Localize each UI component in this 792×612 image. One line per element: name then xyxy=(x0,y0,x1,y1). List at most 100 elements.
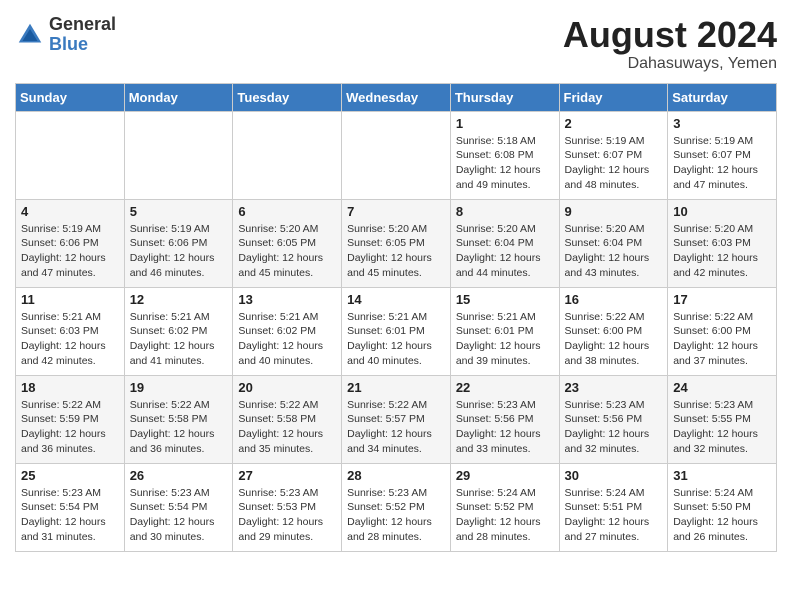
logo-blue: Blue xyxy=(49,35,116,55)
day-info-text: Sunrise: 5:22 AM Sunset: 5:58 PM Dayligh… xyxy=(238,398,336,457)
calendar-day-cell: 3 Sunrise: 5:19 AM Sunset: 6:07 PM Daylig… xyxy=(668,111,777,199)
week-row-2: 4 Sunrise: 5:19 AM Sunset: 6:06 PM Daylig… xyxy=(16,199,777,287)
day-number: 29 xyxy=(456,468,554,483)
day-info-text: Sunrise: 5:20 AM Sunset: 6:04 PM Dayligh… xyxy=(565,222,663,281)
calendar-day-cell: 28 Sunrise: 5:23 AM Sunset: 5:52 PM Dayli… xyxy=(342,463,451,551)
calendar-day-cell: 10Sunrise: 5:20 AM Sunset: 6:03 PM Dayli… xyxy=(668,199,777,287)
day-info-text: Sunrise: 5:21 AM Sunset: 6:02 PM Dayligh… xyxy=(238,310,336,369)
day-number: 15 xyxy=(456,292,554,307)
day-info-text: Sunrise: 5:18 AM Sunset: 6:08 PM Dayligh… xyxy=(456,134,554,193)
day-number: 5 xyxy=(130,204,228,219)
day-number: 17 xyxy=(673,292,771,307)
weekday-header-friday: Friday xyxy=(559,83,668,111)
day-info-text: Sunrise: 5:21 AM Sunset: 6:01 PM Dayligh… xyxy=(456,310,554,369)
calendar-day-cell: 5 Sunrise: 5:19 AM Sunset: 6:06 PM Daylig… xyxy=(124,199,233,287)
calendar-day-cell: 15 Sunrise: 5:21 AM Sunset: 6:01 PM Dayli… xyxy=(450,287,559,375)
calendar-day-cell xyxy=(16,111,125,199)
month-year-title: August 2024 xyxy=(563,15,777,55)
calendar-table: SundayMondayTuesdayWednesdayThursdayFrid… xyxy=(15,83,777,552)
day-number: 25 xyxy=(21,468,119,483)
day-number: 2 xyxy=(565,116,663,131)
day-info-text: Sunrise: 5:20 AM Sunset: 6:05 PM Dayligh… xyxy=(347,222,445,281)
calendar-day-cell: 20 Sunrise: 5:22 AM Sunset: 5:58 PM Dayli… xyxy=(233,375,342,463)
calendar-day-cell: 27 Sunrise: 5:23 AM Sunset: 5:53 PM Dayli… xyxy=(233,463,342,551)
calendar-day-cell: 22 Sunrise: 5:23 AM Sunset: 5:56 PM Dayli… xyxy=(450,375,559,463)
day-info-text: Sunrise: 5:19 AM Sunset: 6:07 PM Dayligh… xyxy=(565,134,663,193)
day-info-text: Sunrise: 5:22 AM Sunset: 5:59 PM Dayligh… xyxy=(21,398,119,457)
day-info-text: Sunrise: 5:21 AM Sunset: 6:02 PM Dayligh… xyxy=(130,310,228,369)
calendar-day-cell: 31 Sunrise: 5:24 AM Sunset: 5:50 PM Dayli… xyxy=(668,463,777,551)
day-number: 23 xyxy=(565,380,663,395)
day-number: 26 xyxy=(130,468,228,483)
day-info-text: Sunrise: 5:23 AM Sunset: 5:56 PM Dayligh… xyxy=(456,398,554,457)
calendar-day-cell xyxy=(233,111,342,199)
calendar-day-cell xyxy=(124,111,233,199)
calendar-day-cell: 9 Sunrise: 5:20 AM Sunset: 6:04 PM Daylig… xyxy=(559,199,668,287)
day-info-text: Sunrise: 5:19 AM Sunset: 6:06 PM Dayligh… xyxy=(130,222,228,281)
page-header: General Blue August 2024 Dahasuways, Yem… xyxy=(15,15,777,73)
day-info-text: Sunrise: 5:19 AM Sunset: 6:06 PM Dayligh… xyxy=(21,222,119,281)
calendar-day-cell: 23 Sunrise: 5:23 AM Sunset: 5:56 PM Dayli… xyxy=(559,375,668,463)
day-info-text: Sunrise: 5:24 AM Sunset: 5:50 PM Dayligh… xyxy=(673,486,771,545)
calendar-day-cell: 6Sunrise: 5:20 AM Sunset: 6:05 PM Daylig… xyxy=(233,199,342,287)
day-info-text: Sunrise: 5:20 AM Sunset: 6:05 PM Dayligh… xyxy=(238,222,336,281)
weekday-header-wednesday: Wednesday xyxy=(342,83,451,111)
weekday-header-saturday: Saturday xyxy=(668,83,777,111)
calendar-day-cell: 24Sunrise: 5:23 AM Sunset: 5:55 PM Dayli… xyxy=(668,375,777,463)
week-row-3: 11 Sunrise: 5:21 AM Sunset: 6:03 PM Dayli… xyxy=(16,287,777,375)
calendar-day-cell: 25 Sunrise: 5:23 AM Sunset: 5:54 PM Dayli… xyxy=(16,463,125,551)
day-number: 9 xyxy=(565,204,663,219)
day-info-text: Sunrise: 5:24 AM Sunset: 5:52 PM Dayligh… xyxy=(456,486,554,545)
day-number: 10 xyxy=(673,204,771,219)
day-info-text: Sunrise: 5:23 AM Sunset: 5:54 PM Dayligh… xyxy=(130,486,228,545)
calendar-day-cell: 30Sunrise: 5:24 AM Sunset: 5:51 PM Dayli… xyxy=(559,463,668,551)
day-info-text: Sunrise: 5:23 AM Sunset: 5:54 PM Dayligh… xyxy=(21,486,119,545)
day-info-text: Sunrise: 5:22 AM Sunset: 5:57 PM Dayligh… xyxy=(347,398,445,457)
weekday-header-row: SundayMondayTuesdayWednesdayThursdayFrid… xyxy=(16,83,777,111)
calendar-day-cell: 18Sunrise: 5:22 AM Sunset: 5:59 PM Dayli… xyxy=(16,375,125,463)
calendar-day-cell: 7 Sunrise: 5:20 AM Sunset: 6:05 PM Daylig… xyxy=(342,199,451,287)
calendar-day-cell: 29 Sunrise: 5:24 AM Sunset: 5:52 PM Dayli… xyxy=(450,463,559,551)
week-row-5: 25 Sunrise: 5:23 AM Sunset: 5:54 PM Dayli… xyxy=(16,463,777,551)
day-number: 28 xyxy=(347,468,445,483)
day-info-text: Sunrise: 5:23 AM Sunset: 5:55 PM Dayligh… xyxy=(673,398,771,457)
weekday-header-sunday: Sunday xyxy=(16,83,125,111)
logo-icon xyxy=(15,20,45,50)
calendar-day-cell: 8Sunrise: 5:20 AM Sunset: 6:04 PM Daylig… xyxy=(450,199,559,287)
weekday-header-thursday: Thursday xyxy=(450,83,559,111)
week-row-4: 18Sunrise: 5:22 AM Sunset: 5:59 PM Dayli… xyxy=(16,375,777,463)
day-number: 20 xyxy=(238,380,336,395)
calendar-day-cell: 16Sunrise: 5:22 AM Sunset: 6:00 PM Dayli… xyxy=(559,287,668,375)
calendar-day-cell: 1 Sunrise: 5:18 AM Sunset: 6:08 PM Daylig… xyxy=(450,111,559,199)
day-info-text: Sunrise: 5:19 AM Sunset: 6:07 PM Dayligh… xyxy=(673,134,771,193)
day-number: 22 xyxy=(456,380,554,395)
calendar-day-cell: 4 Sunrise: 5:19 AM Sunset: 6:06 PM Daylig… xyxy=(16,199,125,287)
day-info-text: Sunrise: 5:23 AM Sunset: 5:53 PM Dayligh… xyxy=(238,486,336,545)
day-number: 27 xyxy=(238,468,336,483)
calendar-day-cell: 11 Sunrise: 5:21 AM Sunset: 6:03 PM Dayli… xyxy=(16,287,125,375)
day-info-text: Sunrise: 5:23 AM Sunset: 5:56 PM Dayligh… xyxy=(565,398,663,457)
logo-text: General Blue xyxy=(49,15,116,55)
location-subtitle: Dahasuways, Yemen xyxy=(563,55,777,73)
weekday-header-tuesday: Tuesday xyxy=(233,83,342,111)
calendar-day-cell xyxy=(342,111,451,199)
calendar-day-cell: 26 Sunrise: 5:23 AM Sunset: 5:54 PM Dayli… xyxy=(124,463,233,551)
day-number: 31 xyxy=(673,468,771,483)
logo-general: General xyxy=(49,15,116,35)
day-number: 11 xyxy=(21,292,119,307)
day-number: 3 xyxy=(673,116,771,131)
day-number: 4 xyxy=(21,204,119,219)
week-row-1: 1 Sunrise: 5:18 AM Sunset: 6:08 PM Daylig… xyxy=(16,111,777,199)
day-number: 7 xyxy=(347,204,445,219)
title-area: August 2024 Dahasuways, Yemen xyxy=(563,15,777,73)
day-info-text: Sunrise: 5:22 AM Sunset: 5:58 PM Dayligh… xyxy=(130,398,228,457)
calendar-day-cell: 19Sunrise: 5:22 AM Sunset: 5:58 PM Dayli… xyxy=(124,375,233,463)
day-number: 14 xyxy=(347,292,445,307)
calendar-day-cell: 14Sunrise: 5:21 AM Sunset: 6:01 PM Dayli… xyxy=(342,287,451,375)
calendar-day-cell: 17Sunrise: 5:22 AM Sunset: 6:00 PM Dayli… xyxy=(668,287,777,375)
day-number: 12 xyxy=(130,292,228,307)
day-number: 1 xyxy=(456,116,554,131)
day-info-text: Sunrise: 5:23 AM Sunset: 5:52 PM Dayligh… xyxy=(347,486,445,545)
day-info-text: Sunrise: 5:21 AM Sunset: 6:03 PM Dayligh… xyxy=(21,310,119,369)
day-info-text: Sunrise: 5:20 AM Sunset: 6:04 PM Dayligh… xyxy=(456,222,554,281)
